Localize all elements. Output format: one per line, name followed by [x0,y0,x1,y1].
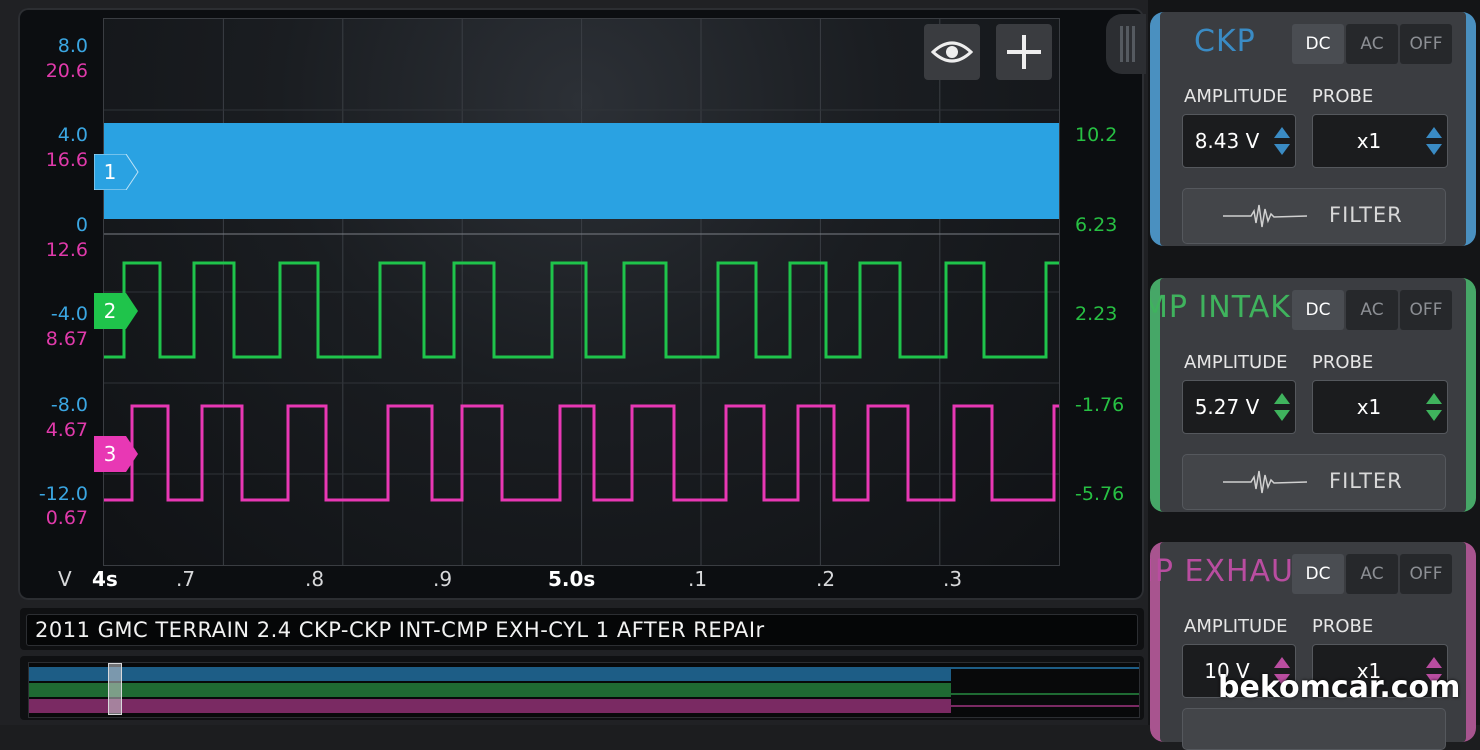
waveform-svg [104,19,1059,565]
y-label-right: 2.23 [1075,303,1118,325]
y-label-left: -4.0 [50,303,88,325]
channel-panel-ckp: CKP DC AC OFF AMPLITUDE PROBE 8.43 V x1 … [1150,12,1476,246]
probe-spinner-icon[interactable] [1425,125,1443,157]
y-label-left: 0 [75,214,88,236]
coupling-off-button[interactable]: OFF [1400,554,1452,594]
amplitude-spinner-icon[interactable] [1273,391,1291,423]
probe-spinner-icon[interactable] [1425,391,1443,423]
capture-title-bar: 2011 GMC TERRAIN 2.4 CKP-CKP INT-CMP EXH… [20,608,1144,650]
x-tick-label: 4s [92,567,118,591]
coupling-ac-button[interactable]: AC [1346,554,1398,594]
oscilloscope-area: 8.0 20.6 4.0 16.6 0 12.6 -4.0 8.67 -8.0 … [0,0,1148,725]
overview-track [28,662,1140,718]
channel-3-marker[interactable]: 3 [94,436,140,472]
amplitude-value: 8.43 V [1194,129,1260,153]
coupling-dc-button[interactable]: DC [1292,290,1344,330]
x-tick-label: .3 [943,567,963,591]
y-label-right: 6.23 [1075,214,1118,236]
capture-title-field[interactable]: 2011 GMC TERRAIN 2.4 CKP-CKP INT-CMP EXH… [26,614,1138,646]
probe-label: PROBE [1312,616,1374,637]
y-label-left: 0.67 [45,507,88,529]
channel-2-marker-label: 2 [103,299,117,323]
y-label-left: -12.0 [38,483,88,505]
channel-3-marker-label: 3 [103,442,117,466]
filter-label: FILTER [1329,203,1403,227]
y-label-left: 12.6 [45,239,88,261]
channel-name: CKP [1194,24,1256,59]
x-tick-label: .7 [176,567,196,591]
y-label-left: -8.0 [50,394,88,416]
x-tick-label: .8 [305,567,325,591]
channel-name: CMP INTAKE [1150,290,1311,325]
coupling-off-button[interactable]: OFF [1400,290,1452,330]
waveform-filter-icon [1223,204,1307,228]
waveform-plot[interactable] [103,18,1060,566]
watermark: bekomcar.com [1218,670,1461,705]
channel-panel-cmp-intake: CMP INTAKE DC AC OFF AMPLITUDE PROBE 5.2… [1150,278,1476,512]
y-label-left: 20.6 [45,60,88,82]
probe-label: PROBE [1312,352,1374,373]
channel-panel-cmp-exhaust: CMP EXHAUST DC AC OFF AMPLITUDE PROBE 10… [1150,542,1476,750]
y-label-left: 16.6 [45,149,88,171]
y-label-right: -1.76 [1075,394,1125,416]
amplitude-label: AMPLITUDE [1184,616,1288,637]
probe-input[interactable]: x1 [1312,114,1448,168]
coupling-off-button[interactable]: OFF [1400,24,1452,64]
overview-ch1 [29,667,951,681]
amplitude-label: AMPLITUDE [1184,352,1288,373]
x-tick-label: 5.0s [548,567,596,591]
plot-grid [104,19,1059,565]
y-label-left: 8.67 [45,328,88,350]
amplitude-input[interactable]: 5.27 V [1182,380,1296,434]
amplitude-label: AMPLITUDE [1184,86,1288,107]
probe-input[interactable]: x1 [1312,380,1448,434]
x-axis-unit: V [58,567,72,591]
x-tick-label: .1 [688,567,708,591]
visibility-button[interactable] [924,24,980,80]
add-channel-button[interactable] [996,24,1052,80]
probe-value: x1 [1356,395,1382,419]
probe-value: x1 [1356,129,1382,153]
amplitude-spinner-icon[interactable] [1273,125,1291,157]
coupling-dc-button[interactable]: DC [1292,554,1344,594]
coupling-dc-button[interactable]: DC [1292,24,1344,64]
overview-position-handle[interactable] [108,663,122,715]
channel-1-marker[interactable]: 1 [94,154,140,190]
x-tick-label: .2 [816,567,836,591]
overview-ch3 [29,699,951,713]
channel-1-marker-label: 1 [103,160,117,184]
amplitude-input[interactable]: 8.43 V [1182,114,1296,168]
filter-button[interactable] [1182,708,1446,750]
y-label-left: 4.67 [45,419,88,441]
y-label-right: -5.76 [1075,483,1125,505]
plus-icon [1007,35,1041,69]
amplitude-value: 5.27 V [1194,395,1260,419]
channel-2-marker[interactable]: 2 [94,293,140,329]
channel-settings-sidebar: CKP DC AC OFF AMPLITUDE PROBE 8.43 V x1 … [1148,0,1480,750]
capture-title: 2011 GMC TERRAIN 2.4 CKP-CKP INT-CMP EXH… [35,618,765,642]
filter-button[interactable]: FILTER [1182,188,1446,244]
panel-drag-handle[interactable] [1106,14,1146,74]
waveform-filter-icon [1223,470,1307,494]
channel-1-signal [104,123,1059,219]
eye-icon [931,41,973,63]
overview-timeline[interactable] [20,656,1144,720]
y-label-left: 4.0 [57,124,88,146]
filter-label: FILTER [1329,469,1403,493]
y-label-left: 8.0 [57,35,88,57]
coupling-ac-button[interactable]: AC [1346,24,1398,64]
y-label-right: 10.2 [1075,124,1118,146]
probe-label: PROBE [1312,86,1374,107]
overview-ch2 [29,683,951,697]
coupling-ac-button[interactable]: AC [1346,290,1398,330]
filter-button[interactable]: FILTER [1182,454,1446,510]
x-tick-label: .9 [433,567,453,591]
